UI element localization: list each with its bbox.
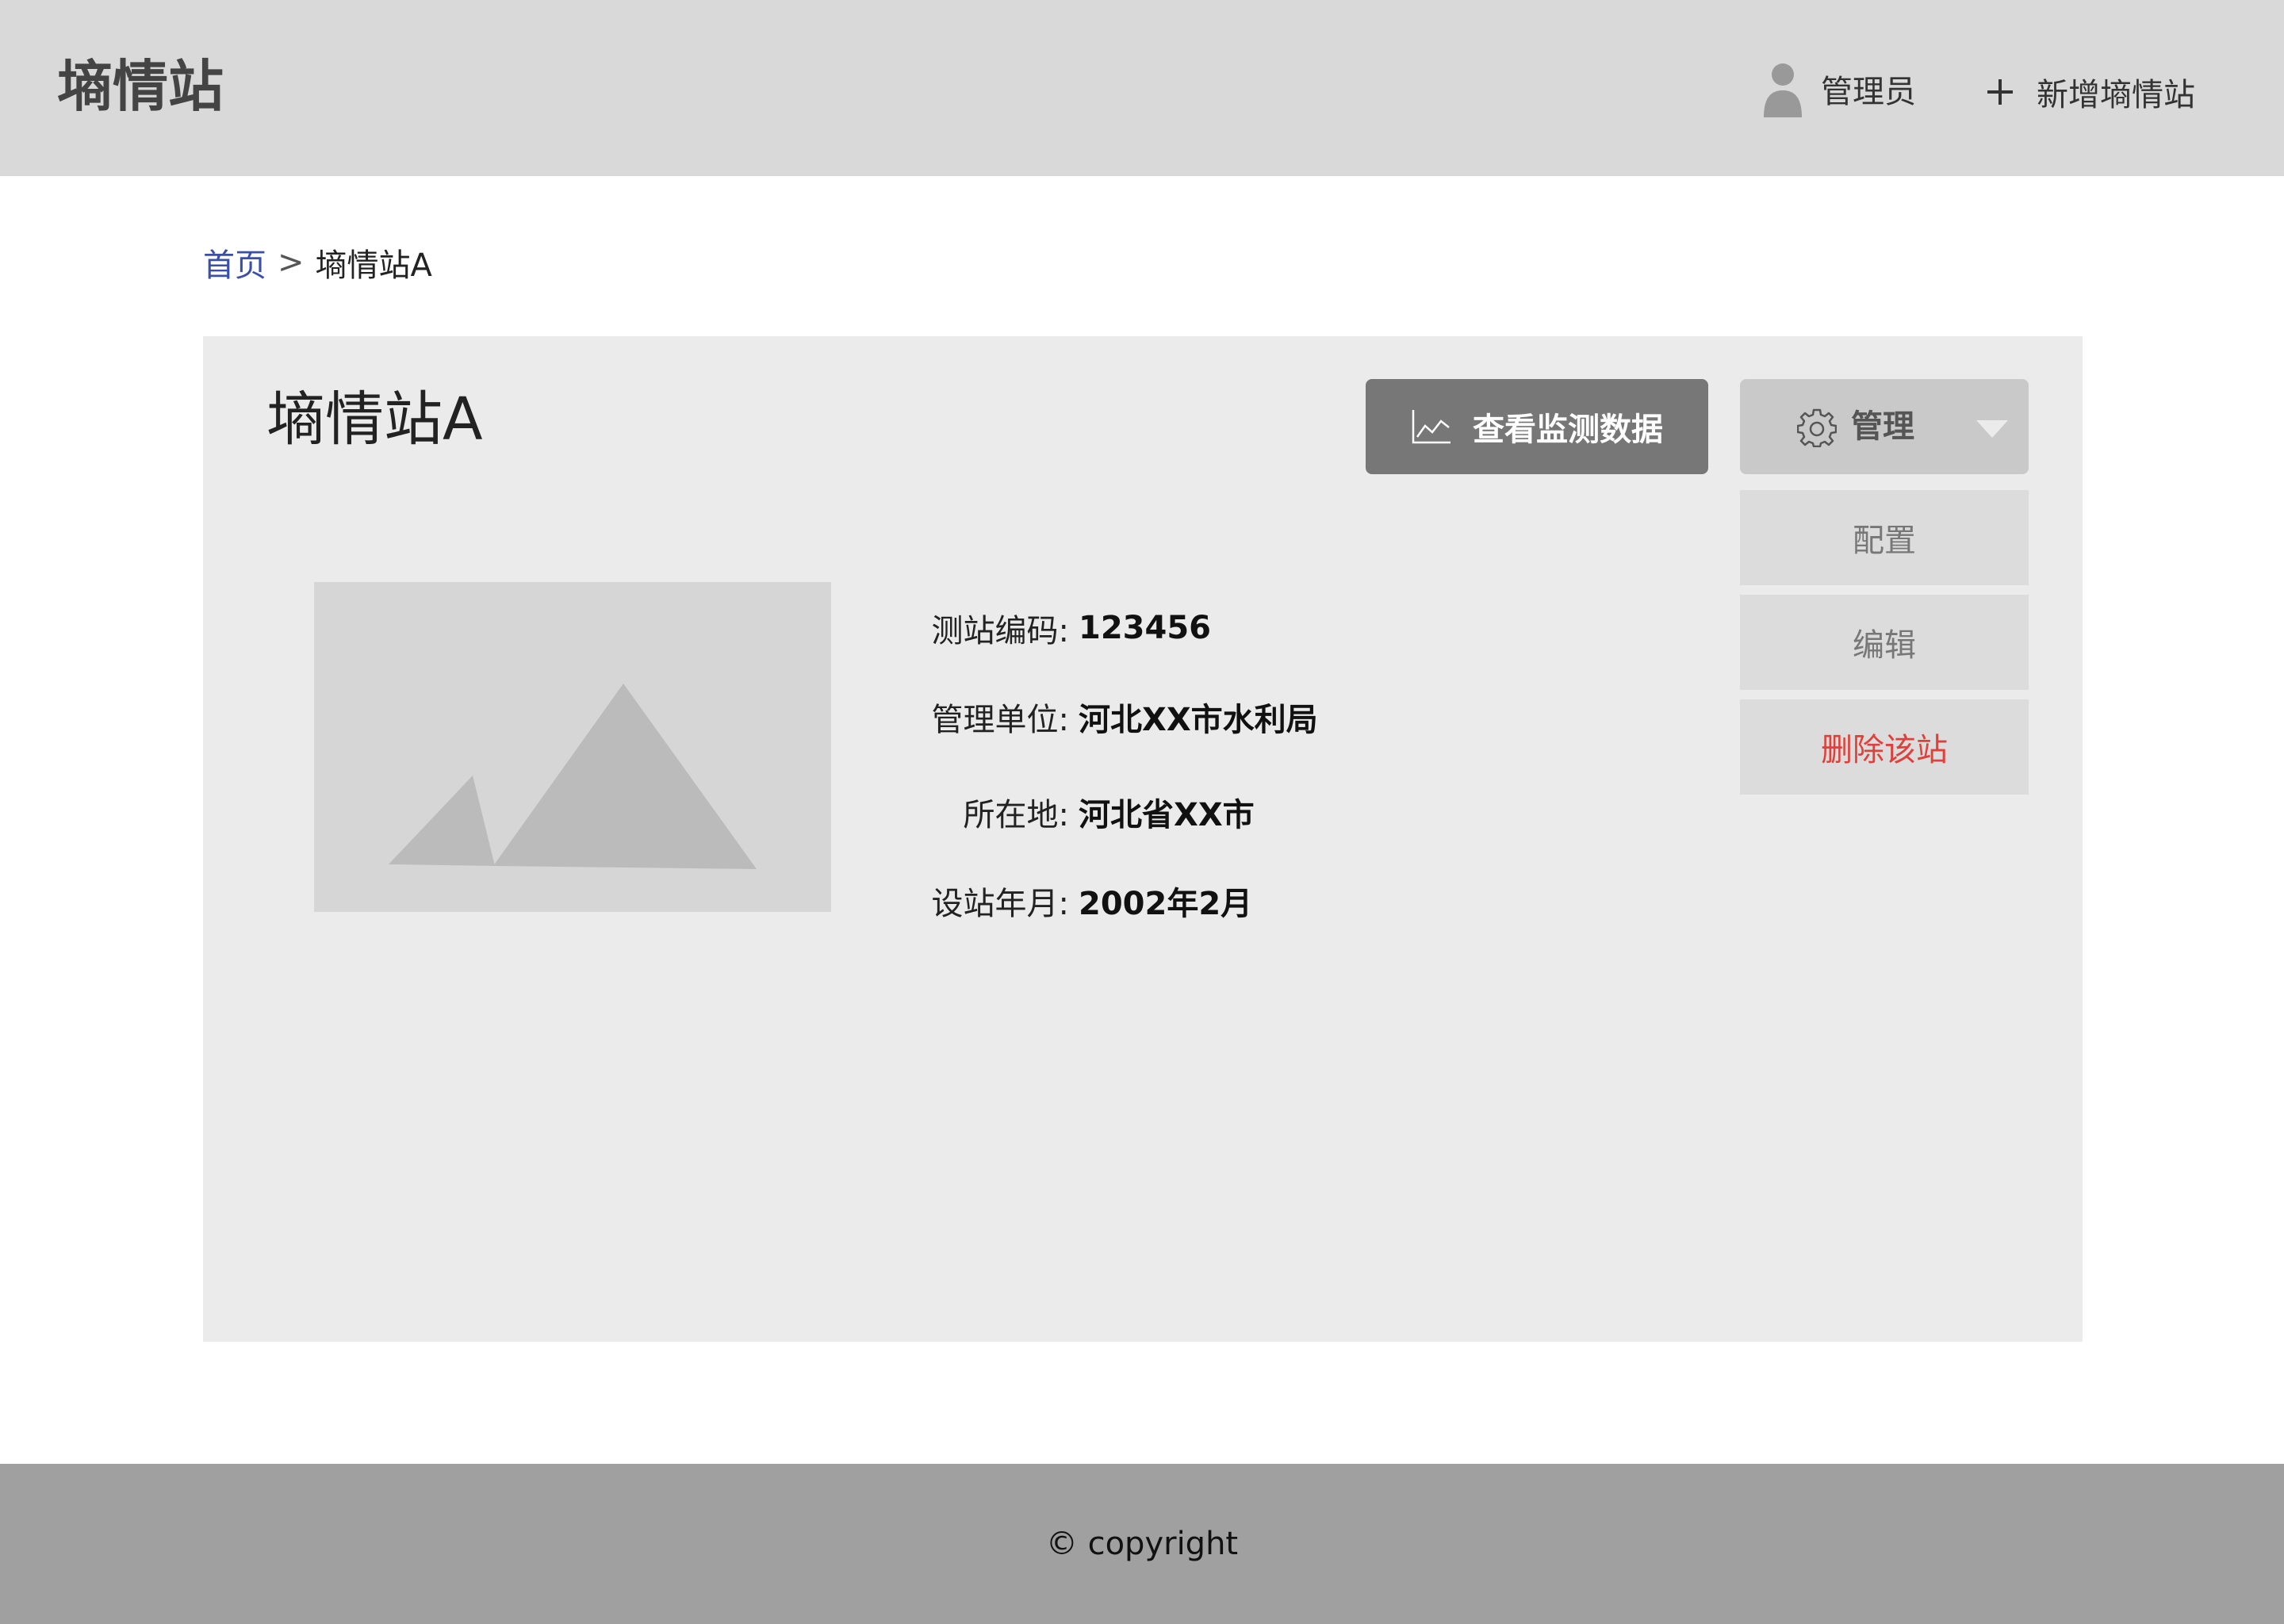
breadcrumb: 首页 > 墒情站A [203, 243, 432, 284]
info-label: 测站编码: [931, 613, 1069, 649]
menu-item-edit[interactable]: 编辑 [1740, 595, 2029, 690]
line-chart-icon [1412, 410, 1450, 444]
view-monitoring-data-label: 查看监测数据 [1473, 412, 1663, 448]
info-value: 河北省XX市 [1079, 797, 1255, 833]
info-row-established-date: 设站年月: 2002年2月 [901, 877, 1253, 925]
add-station-label: 新增墒情站 [2037, 77, 2195, 113]
user-menu[interactable]: 管理员 [1761, 57, 1916, 121]
info-row-management-unit: 管理单位: 河北XX市水利局 [901, 693, 1318, 741]
info-label: 管理单位: [931, 702, 1069, 738]
top-header: 墒情站 管理员 新增墒情站 [0, 0, 2284, 176]
breadcrumb-separator: > [278, 244, 305, 281]
breadcrumb-current: 墒情站A [315, 247, 432, 284]
chevron-down-icon [1976, 420, 2008, 438]
user-avatar-icon [1764, 63, 1802, 117]
manage-dropdown-button[interactable]: 管理 [1740, 379, 2029, 474]
view-monitoring-data-button[interactable]: 查看监测数据 [1366, 379, 1708, 474]
info-label: 所在地: [963, 797, 1069, 833]
info-row-location: 所在地: 河北省XX市 [901, 788, 1255, 836]
image-placeholder-icon [314, 582, 831, 912]
info-label: 设站年月: [931, 886, 1069, 922]
footer: © copyright [0, 1464, 2284, 1624]
copyright-text: © copyright [1045, 1526, 1239, 1562]
station-title: 墒情站A [266, 385, 483, 454]
plus-icon [1987, 79, 2013, 105]
manage-label: 管理 [1851, 408, 1914, 445]
breadcrumb-home-link[interactable]: 首页 [203, 239, 266, 285]
station-detail-card: 墒情站A 查看监测数据 管理 配置 编辑 删除该站 测站编码: 123456 管… [203, 336, 2083, 1342]
page: 墒情站 管理员 新增墒情站 首页 > 墒情站A 墒情站A 查看监测数据 管理 配… [0, 0, 2284, 1624]
user-name: 管理员 [1821, 74, 1916, 110]
menu-item-configure[interactable]: 配置 [1740, 490, 2029, 585]
info-value: 河北XX市水利局 [1079, 702, 1318, 738]
menu-item-delete-station[interactable]: 删除该站 [1740, 699, 2029, 795]
app-title: 墒情站 [57, 54, 224, 119]
info-row-station-code: 测站编码: 123456 [901, 604, 1211, 652]
add-station-button[interactable]: 新增墒情站 [1984, 60, 2195, 124]
gear-icon [1797, 408, 1837, 447]
info-value: 2002年2月 [1079, 886, 1253, 922]
info-value: 123456 [1079, 610, 1211, 646]
